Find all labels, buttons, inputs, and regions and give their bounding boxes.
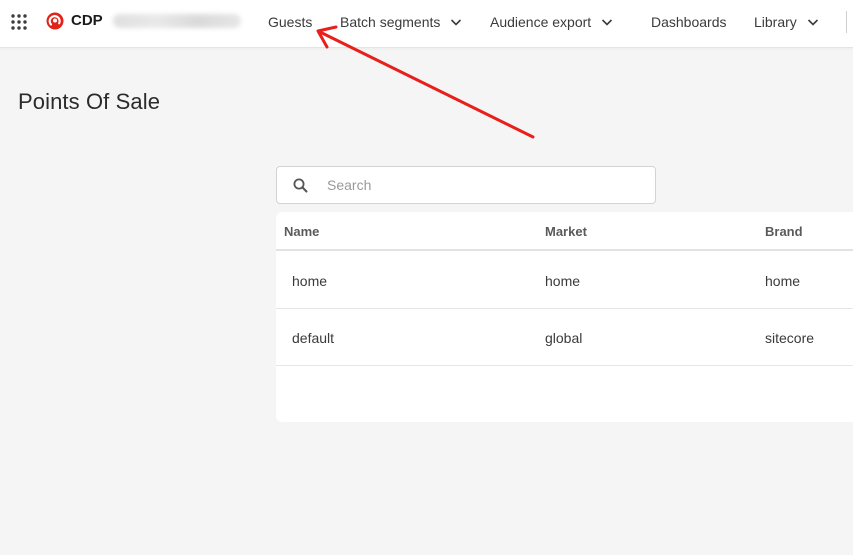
column-header-name[interactable]: Name <box>284 224 319 239</box>
table-header: Name Market Brand <box>276 212 853 251</box>
app-logo[interactable]: CDP <box>45 11 103 31</box>
nav-guests[interactable]: Guests <box>268 0 312 44</box>
cell-brand: home <box>765 273 801 289</box>
page-title: Points Of Sale <box>18 89 161 114</box>
cell-market: home <box>545 273 581 289</box>
points-of-sale-table: Name Market Brand home home home default… <box>276 212 853 422</box>
chevron-down-icon <box>451 19 462 26</box>
cell-brand: sitecore <box>765 330 815 346</box>
nav-batch-segments-label: Batch segments <box>340 14 441 30</box>
chevron-down-icon <box>602 19 613 26</box>
nav-divider <box>846 11 847 33</box>
nav-dashboards-label: Dashboards <box>651 14 727 30</box>
app-name: CDP <box>71 12 103 29</box>
search-box[interactable] <box>276 166 656 204</box>
column-header-market[interactable]: Market <box>545 224 587 239</box>
table-row[interactable]: default global sitecore <box>276 309 853 366</box>
tenant-name-redacted <box>113 14 241 28</box>
nav-batch-segments[interactable]: Batch segments <box>340 0 462 44</box>
column-header-brand[interactable]: Brand <box>765 224 803 239</box>
search-input[interactable] <box>327 177 627 193</box>
nav-audience-export-label: Audience export <box>490 14 592 30</box>
nav-audience-export[interactable]: Audience export <box>490 0 613 44</box>
nav-dashboards[interactable]: Dashboards <box>651 0 727 44</box>
cell-market: global <box>545 330 583 346</box>
apps-grid-icon[interactable] <box>10 13 28 31</box>
search-icon <box>293 178 308 192</box>
chevron-down-icon <box>807 19 818 26</box>
nav-library[interactable]: Library <box>754 0 819 44</box>
cell-name: home <box>292 273 328 289</box>
top-navigation-bar: CDP Guests Batch segments Audience expor… <box>0 0 853 48</box>
cell-name: default <box>292 330 335 346</box>
table-row[interactable]: home home home <box>276 252 853 309</box>
nav-library-label: Library <box>754 14 797 30</box>
nav-guests-label: Guests <box>268 14 313 30</box>
sitecore-logo-icon <box>46 12 64 30</box>
